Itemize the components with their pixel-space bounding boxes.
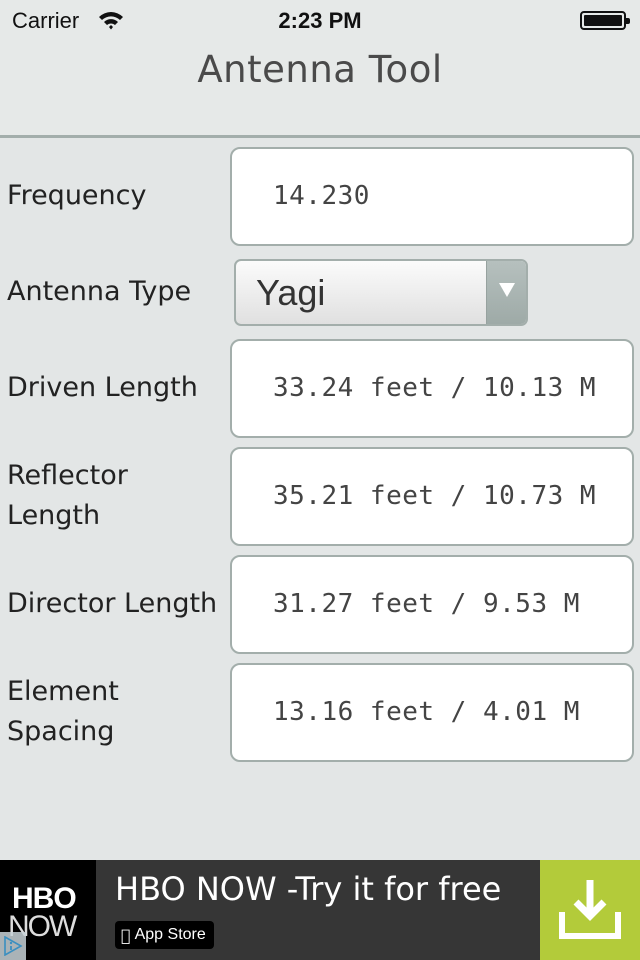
adchoices-icon[interactable] (0, 932, 26, 960)
ad-banner[interactable]: HBO NOW HBO NOW -Try it for free  App S… (0, 860, 640, 960)
page-title: Antenna Tool (197, 48, 443, 91)
reflector-length-field[interactable]: 35.21 feet / 10.73 M (230, 447, 634, 546)
element-spacing-value: 13.16 feet / 4.01 M (273, 697, 580, 727)
frequency-input[interactable]: 14.230 (230, 147, 634, 246)
driven-length-label: Driven Length (7, 372, 198, 403)
frequency-label: Frequency (7, 180, 147, 211)
director-length-field[interactable]: 31.27 feet / 9.53 M (230, 555, 634, 654)
element-spacing-label-line1: Element (7, 676, 119, 707)
download-button[interactable] (540, 860, 640, 960)
apple-icon:  (121, 926, 131, 945)
antenna-type-label: Antenna Type (7, 276, 192, 307)
driven-length-value: 33.24 feet / 10.13 M (273, 373, 597, 403)
triangle-down-icon (499, 283, 515, 297)
element-spacing-label-line2: Spacing (7, 716, 115, 747)
antenna-type-select[interactable]: Yagi (234, 259, 528, 326)
reflector-length-label-line1: Reflector (7, 460, 128, 491)
ad-headline: HBO NOW -Try it for free (115, 870, 502, 908)
reflector-length-value: 35.21 feet / 10.73 M (273, 481, 597, 511)
status-bar: Carrier 2:23 PM (0, 0, 640, 40)
app-store-badge[interactable]:  App Store (115, 921, 214, 949)
dropdown-button[interactable] (486, 261, 526, 324)
reflector-length-label-line2: Length (7, 500, 101, 531)
director-length-label: Director Length (7, 588, 218, 619)
antenna-type-value: Yagi (256, 272, 326, 313)
frequency-value: 14.230 (273, 181, 370, 211)
driven-length-field[interactable]: 33.24 feet / 10.13 M (230, 339, 634, 438)
clock: 2:23 PM (278, 8, 362, 33)
element-spacing-field[interactable]: 13.16 feet / 4.01 M (230, 663, 634, 762)
navigation-bar: Antenna Tool (0, 40, 640, 138)
battery-full-icon (580, 11, 630, 30)
download-icon (559, 880, 621, 939)
director-length-value: 31.27 feet / 9.53 M (273, 589, 580, 619)
